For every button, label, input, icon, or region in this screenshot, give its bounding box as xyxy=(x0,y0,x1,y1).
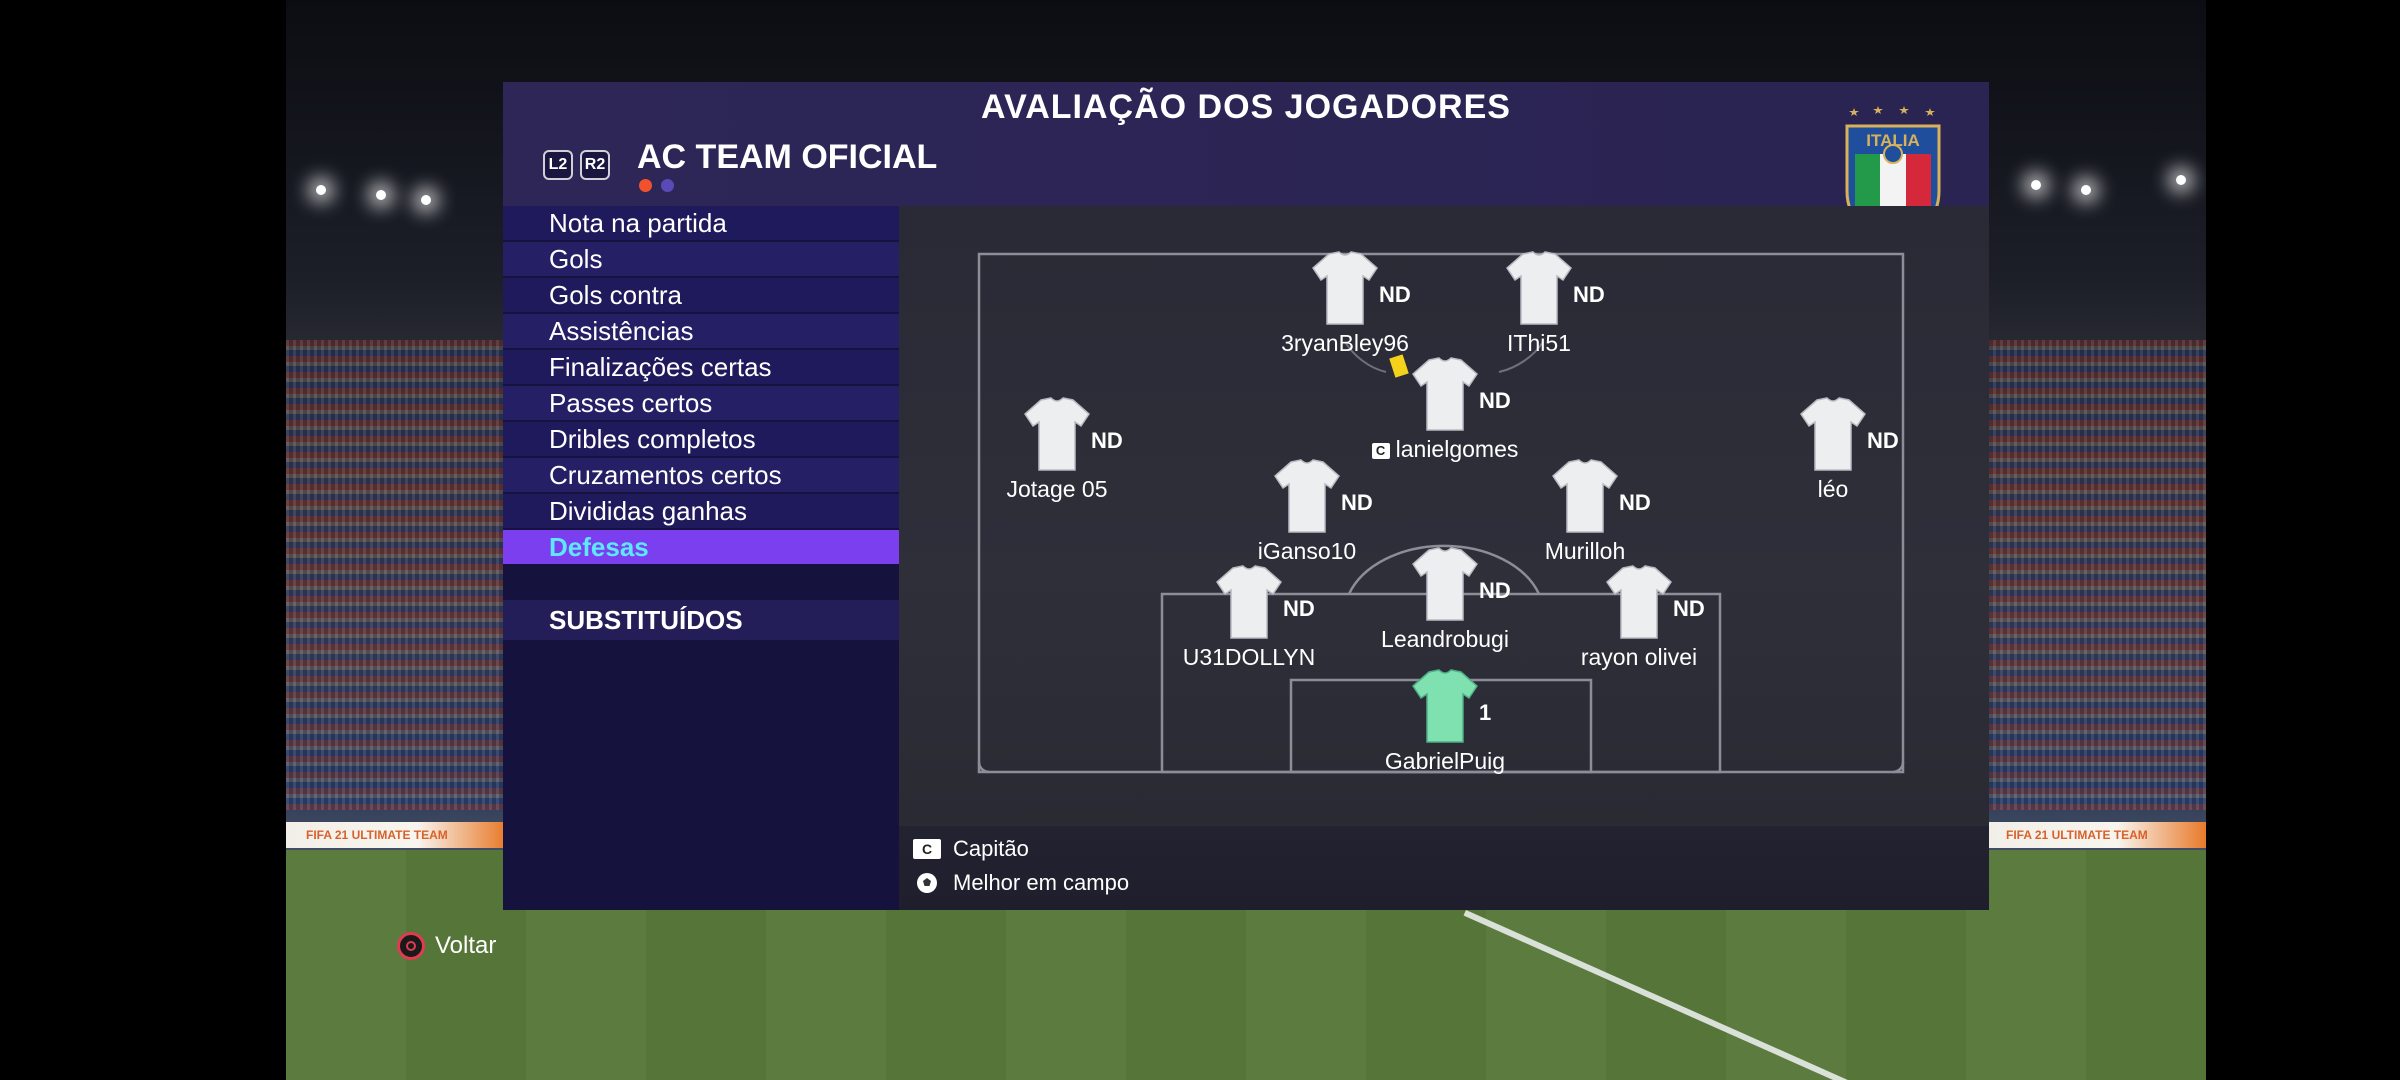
legend-motm-label: Melhor em campo xyxy=(953,870,1130,895)
player-rating: ND xyxy=(1479,578,1511,603)
team-name: AC TEAM OFICIAL xyxy=(637,138,938,176)
shirt-icon xyxy=(1274,459,1340,533)
player-name: GabrielPuig xyxy=(1384,748,1506,774)
player-name-text: lanielgomes xyxy=(1395,436,1519,462)
shirt-icon xyxy=(1800,397,1866,471)
player-rating: ND xyxy=(1091,428,1123,453)
legend: C Capitão Melhor em campo xyxy=(899,826,1989,910)
screen-title: AVALIAÇÃO DOS JOGADORES xyxy=(981,88,1511,126)
player-rating: ND xyxy=(1379,282,1411,307)
formation-field: ND 3ryanBley96 ND IThi51 ND Clanielgomes… xyxy=(899,206,1989,826)
stats-menu: Nota na partida Gols Gols contra Assistê… xyxy=(503,206,899,566)
floodlight-icon xyxy=(2176,175,2186,185)
ad-board-left: FIFA 21 ULTIMATE TEAM xyxy=(286,822,506,848)
player-name: IThi51 xyxy=(1507,330,1571,356)
floodlight-icon xyxy=(316,185,326,195)
goalkeeper-shirt-icon xyxy=(1412,669,1478,743)
shirt-icon xyxy=(1216,565,1282,639)
legend-motm: Melhor em campo xyxy=(913,870,1129,896)
shirt-icon xyxy=(1024,397,1090,471)
shirt-icon xyxy=(1606,565,1672,639)
r2-button[interactable]: R2 xyxy=(580,150,610,180)
player-rating: ND xyxy=(1341,490,1373,515)
team-indicator-dot-active xyxy=(639,179,652,192)
shirt-icon xyxy=(1506,251,1572,325)
back-button[interactable]: Voltar xyxy=(397,932,496,960)
player-name: Clanielgomes xyxy=(1305,436,1585,463)
floodlight-icon xyxy=(421,195,431,205)
menu-item-assistencias[interactable]: Assistências xyxy=(503,314,899,348)
crest-text: ITALIA xyxy=(1866,131,1920,150)
shirt-icon xyxy=(1412,357,1478,431)
menu-item-gols-contra[interactable]: Gols contra xyxy=(503,278,899,312)
player-rating: ND xyxy=(1479,388,1511,413)
floodlight-icon xyxy=(2031,180,2041,190)
back-label: Voltar xyxy=(435,932,497,959)
player-rating: ND xyxy=(1619,490,1651,515)
player-name: iGanso10 xyxy=(1257,538,1357,564)
menu-item-defesas[interactable]: Defesas xyxy=(503,530,899,564)
menu-item-cruzamentos-certos[interactable]: Cruzamentos certos xyxy=(503,458,899,492)
player-name: Murilloh xyxy=(1544,538,1626,564)
crowd-right xyxy=(1986,340,2206,810)
player-name: léo xyxy=(1817,476,1849,502)
legend-captain-label: Capitão xyxy=(953,836,1029,861)
crowd-left xyxy=(286,340,506,810)
player-ratings-panel: AVALIAÇÃO DOS JOGADORES L2 R2 AC TEAM OF… xyxy=(503,82,1989,910)
menu-item-divididas-ganhas[interactable]: Divididas ganhas xyxy=(503,494,899,528)
captain-icon: C xyxy=(913,839,941,859)
menu-item-dribles-completos[interactable]: Dribles completos xyxy=(503,422,899,456)
l2-button[interactable]: L2 xyxy=(543,150,573,180)
menu-item-nota-na-partida[interactable]: Nota na partida xyxy=(503,206,899,240)
floodlight-icon xyxy=(2081,185,2091,195)
substitutes-header[interactable]: SUBSTITUÍDOS xyxy=(503,600,899,640)
legend-captain: C Capitão xyxy=(913,836,1029,862)
floodlight-icon xyxy=(376,190,386,200)
player-rating: ND xyxy=(1867,428,1899,453)
menu-item-passes-certos[interactable]: Passes certos xyxy=(503,386,899,420)
captain-badge-icon: C xyxy=(1371,442,1390,459)
soccer-ball-icon xyxy=(913,873,941,893)
player-name: rayon olivei xyxy=(1580,644,1698,670)
player-name: Jotage 05 xyxy=(1006,476,1108,502)
shirt-icon xyxy=(1412,547,1478,621)
shirt-icon xyxy=(1552,459,1618,533)
player-rating: ND xyxy=(1673,596,1705,621)
ad-board-right: FIFA 21 ULTIMATE TEAM xyxy=(1986,822,2206,848)
player-rating: ND xyxy=(1283,596,1315,621)
circle-button-icon xyxy=(397,932,425,960)
player-rating: 1 xyxy=(1479,700,1492,725)
menu-item-finalizacoes-certas[interactable]: Finalizações certas xyxy=(503,350,899,384)
panel-header: AVALIAÇÃO DOS JOGADORES L2 R2 AC TEAM OF… xyxy=(503,82,1989,244)
shirt-icon xyxy=(1312,251,1378,325)
team-indicator-dot xyxy=(661,179,674,192)
player-rating: ND xyxy=(1573,282,1605,307)
menu-item-gols[interactable]: Gols xyxy=(503,242,899,276)
